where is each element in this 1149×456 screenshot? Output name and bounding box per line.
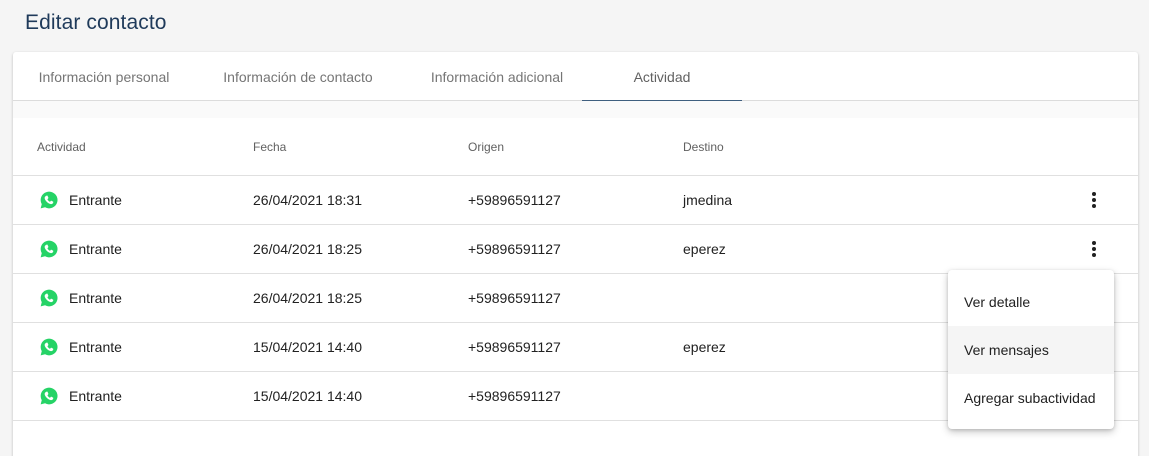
cell-origin: +59896591127 <box>468 192 561 208</box>
column-header-origin: Origen <box>468 140 505 154</box>
cell-destination: eperez <box>683 241 726 257</box>
cell-origin: +59896591127 <box>468 388 561 404</box>
tab-bar: Información personal Información de cont… <box>13 52 1138 102</box>
cell-activity: Entrante <box>69 388 122 404</box>
row-context-menu: Ver detalle Ver mensajes Agregar subacti… <box>948 270 1114 429</box>
cell-origin: +59896591127 <box>468 241 561 257</box>
column-header-activity: Actividad <box>37 140 86 154</box>
cell-date: 15/04/2021 14:40 <box>253 339 362 355</box>
cell-destination: eperez <box>683 339 726 355</box>
whatsapp-icon <box>40 289 58 307</box>
cell-destination: jmedina <box>683 192 733 208</box>
table-top-strip <box>13 101 1138 118</box>
menu-item-view-messages[interactable]: Ver mensajes <box>948 326 1114 374</box>
whatsapp-icon <box>40 191 58 209</box>
cell-activity: Entrante <box>69 192 122 208</box>
page-title: Editar contacto <box>25 11 167 34</box>
column-header-date: Fecha <box>253 140 287 154</box>
cell-activity: Entrante <box>69 290 122 306</box>
table-row: Entrante 26/04/2021 18:31 +59896591127 j… <box>13 176 1138 225</box>
whatsapp-icon <box>40 387 58 405</box>
cell-date: 15/04/2021 14:40 <box>253 388 362 404</box>
more-options-button[interactable] <box>1083 237 1105 261</box>
table-header: Actividad Fecha Origen Destino <box>13 118 1138 176</box>
tab-contact-info[interactable]: Información de contacto <box>195 52 401 101</box>
menu-item-add-subactivity[interactable]: Agregar subactividad <box>948 374 1114 422</box>
menu-item-view-detail[interactable]: Ver detalle <box>948 278 1114 326</box>
more-vert-icon <box>1092 192 1096 208</box>
tab-personal-info[interactable]: Información personal <box>13 52 195 101</box>
cell-date: 26/04/2021 18:31 <box>253 192 362 208</box>
tab-additional-info[interactable]: Información adicional <box>401 52 593 101</box>
cell-activity: Entrante <box>69 241 122 257</box>
whatsapp-icon <box>40 338 58 356</box>
cell-date: 26/04/2021 18:25 <box>253 241 362 257</box>
tab-activity[interactable]: Actividad <box>582 52 742 102</box>
more-options-button[interactable] <box>1083 188 1105 212</box>
cell-date: 26/04/2021 18:25 <box>253 290 362 306</box>
cell-activity: Entrante <box>69 339 122 355</box>
column-header-destination: Destino <box>683 140 724 154</box>
cell-origin: +59896591127 <box>468 290 561 306</box>
table-row: Entrante 26/04/2021 18:25 +59896591127 e… <box>13 225 1138 274</box>
cell-origin: +59896591127 <box>468 339 561 355</box>
more-vert-icon <box>1092 241 1096 257</box>
whatsapp-icon <box>40 240 58 258</box>
